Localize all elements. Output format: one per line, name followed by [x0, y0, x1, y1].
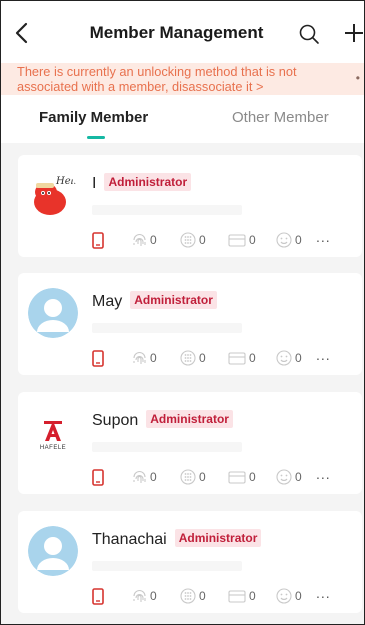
member-card[interactable]: May Administrator 0 0 0 0 ...: [18, 273, 362, 375]
password-count: 0: [180, 468, 206, 486]
member-name: Supon: [92, 412, 139, 429]
password-count: 0: [180, 231, 206, 249]
card-count: 0: [228, 587, 256, 605]
tab-other-member[interactable]: Other Member: [232, 109, 329, 126]
svg-text:Hello: Hello: [55, 176, 78, 187]
card-icon: [228, 470, 246, 484]
fingerprint-icon: [133, 590, 146, 602]
role-badge: Administrator: [104, 173, 192, 191]
card-icon: [228, 589, 246, 603]
password-count: 0: [180, 587, 206, 605]
face-count: 0: [276, 349, 302, 367]
fingerprint-count: 0: [132, 468, 157, 486]
unlock-method-stats: 0 0 0 0 ...: [92, 347, 352, 367]
face-count: 0: [276, 468, 302, 486]
face-icon: [276, 469, 292, 485]
more-options[interactable]: ...: [316, 347, 331, 363]
hafele-logo: HAFELE: [28, 407, 78, 457]
member-name-row: I Administrator: [92, 173, 192, 193]
card-count: 0: [228, 231, 256, 249]
notice-text: There is currently an unlocking method t…: [17, 64, 297, 94]
phone-icon: [92, 468, 104, 486]
header: Member Management: [1, 1, 364, 63]
member-card[interactable]: HAFELE Supon Administrator 0 0 0 0 ...: [18, 392, 362, 494]
face-icon: [276, 350, 292, 366]
phone-method: [92, 349, 107, 367]
phone-icon: [92, 231, 104, 249]
member-name-row: May Administrator: [92, 291, 217, 311]
fingerprint-icon: [133, 471, 146, 483]
hafele-logo-text: HAFELE: [39, 445, 67, 451]
member-subinfo: [92, 205, 242, 215]
phone-method: [92, 231, 107, 249]
member-card[interactable]: Hello I Administrator 0 0 0: [18, 155, 362, 257]
password-keypad-icon: [180, 469, 196, 485]
member-subinfo: [92, 442, 242, 452]
member-tabs: Family Member Other Member: [1, 95, 364, 143]
fingerprint-icon: [133, 234, 146, 246]
phone-icon: [92, 587, 104, 605]
card-count: 0: [228, 349, 256, 367]
member-card[interactable]: Thanachai Administrator 0 0 0 0 ...: [18, 511, 362, 613]
add-icon[interactable]: [344, 23, 364, 43]
phone-icon: [92, 349, 104, 367]
unlock-method-stats: 0 0 0 0 ...: [92, 466, 352, 486]
cartoon-hello-icon: Hello: [28, 170, 78, 220]
role-badge: Administrator: [130, 291, 217, 309]
fingerprint-icon: [133, 352, 146, 364]
role-badge: Administrator: [146, 410, 233, 428]
member-subinfo: [92, 323, 242, 333]
face-icon: [276, 588, 292, 604]
unlock-method-stats: 0 0 0 0 ...: [92, 229, 352, 249]
role-badge: Administrator: [174, 529, 262, 547]
app-frame: Member Management There is currently an …: [0, 0, 365, 625]
notice-dot-icon: •: [355, 71, 360, 85]
member-subinfo: [92, 561, 242, 571]
password-keypad-icon: [180, 232, 196, 248]
unassociated-unlock-notice[interactable]: There is currently an unlocking method t…: [1, 63, 364, 95]
member-name: I: [92, 175, 97, 192]
more-options[interactable]: ...: [316, 466, 331, 482]
more-options[interactable]: ...: [316, 229, 331, 245]
password-keypad-icon: [180, 350, 196, 366]
tab-family-member[interactable]: Family Member: [39, 109, 148, 126]
member-name: Thanachai: [92, 531, 167, 548]
phone-method: [92, 587, 107, 605]
member-name-row: Supon Administrator: [92, 410, 233, 430]
member-name-row: Thanachai Administrator: [92, 529, 262, 549]
default-avatar-icon: [28, 526, 78, 576]
fingerprint-count: 0: [132, 231, 157, 249]
card-count: 0: [228, 468, 256, 486]
member-name: May: [92, 293, 123, 310]
card-icon: [228, 351, 246, 365]
password-keypad-icon: [180, 588, 196, 604]
face-icon: [276, 232, 292, 248]
search-icon[interactable]: [298, 23, 320, 45]
phone-method: [92, 468, 107, 486]
active-tab-indicator: [87, 136, 105, 139]
fingerprint-count: 0: [132, 349, 157, 367]
card-icon: [228, 233, 246, 247]
unlock-method-stats: 0 0 0 0 ...: [92, 585, 352, 605]
password-count: 0: [180, 349, 206, 367]
default-avatar-icon: [28, 288, 78, 338]
face-count: 0: [276, 231, 302, 249]
face-count: 0: [276, 587, 302, 605]
fingerprint-count: 0: [132, 587, 157, 605]
more-options[interactable]: ...: [316, 585, 331, 601]
